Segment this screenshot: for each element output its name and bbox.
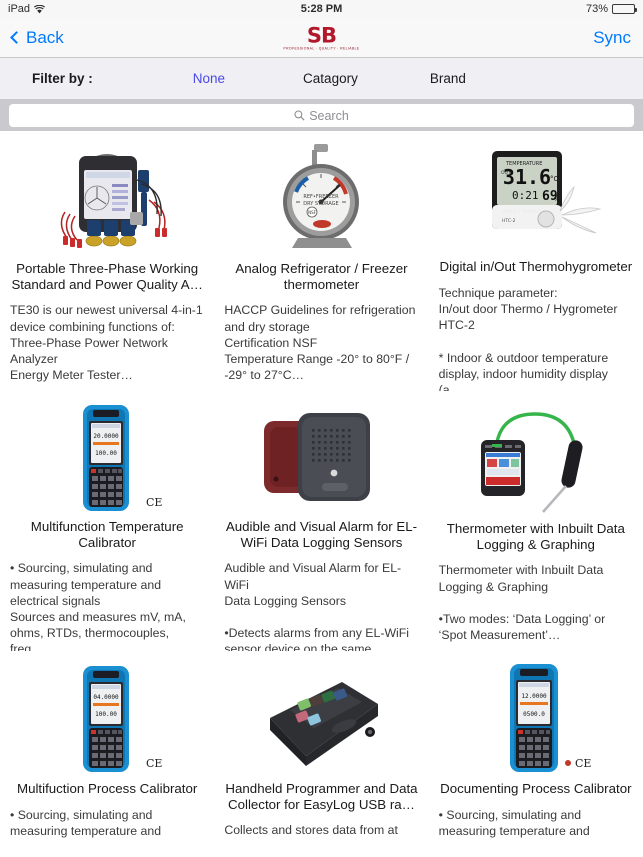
product-description: • Sourcing, simulating and measuring tem…	[10, 561, 186, 651]
product-card[interactable]: Thermometer with Inbuilt Data Logging & …	[429, 391, 643, 651]
wifi-alarm-speaker-image	[224, 399, 418, 515]
product-title: Thermometer with Inbuilt Data Logging & …	[446, 521, 625, 552]
battery-icon	[612, 4, 637, 14]
product-title: Handheld Programmer and Data Collector f…	[225, 781, 418, 812]
usb-data-collector-image	[224, 659, 418, 777]
calibrator-display-primary: 04.0000	[94, 694, 120, 701]
product-title: Digital in/Out Thermohygrometer	[439, 259, 633, 274]
product-title: Audible and Visual Alarm for EL- WiFi Da…	[225, 519, 418, 550]
svg-text:°C: °C	[550, 175, 559, 183]
search-bar-container: Search	[0, 100, 643, 131]
lcd-temperature-value: 31.6	[503, 165, 551, 189]
product-title: Portable Three-Phase Working Standard an…	[11, 261, 203, 292]
product-title: Multifunction Temperature Calibrator	[30, 519, 184, 550]
product-description: • Sourcing, simulating and measuring tem…	[10, 807, 162, 838]
handheld-calibrator-blue-image: 20.0000 100.00 CE	[10, 399, 204, 515]
battery-percent-label: 73%	[585, 3, 608, 15]
ce-mark-icon: CE	[146, 757, 162, 770]
status-bar-left: iPad	[8, 3, 46, 15]
chevron-left-icon	[10, 31, 23, 44]
status-bar: iPad 5:28 PM 73%	[0, 0, 643, 18]
documenting-calibrator-blue-image: 12.0000 0500.0 CE	[439, 659, 633, 777]
calibrator-display-secondary: 100.00	[95, 450, 117, 457]
search-input[interactable]: Search	[9, 104, 634, 127]
product-grid: Portable Three-Phase Working Standard an…	[0, 131, 643, 857]
product-description: Audible and Visual Alarm for EL-WiFi Dat…	[224, 561, 410, 651]
search-placeholder: Search	[309, 108, 349, 123]
product-card[interactable]: Portable Three-Phase Working Standard an…	[0, 131, 214, 391]
svg-text:CLOCK / HUMIDITY: CLOCK / HUMIDITY	[502, 209, 544, 215]
svg-text:0:21: 0:21	[512, 189, 539, 202]
brand-logo-tagline: PROFESSIONAL · QUALITY · RELIABLE	[283, 45, 360, 50]
product-description: • Sourcing, simulating and measuring tem…	[438, 807, 590, 838]
calibrator-display-primary: 12.0000	[521, 693, 547, 700]
product-title: Analog Refrigerator / Freezer thermomete…	[235, 261, 408, 292]
analog-dial-thermometer-image: REF•FREEZER DRY STORAGE NSF	[224, 139, 418, 257]
back-button[interactable]: Back	[10, 27, 64, 48]
navigation-bar: Back SB PROFESSIONAL · QUALITY · RELIABL…	[0, 18, 643, 58]
svg-text:%: %	[554, 196, 560, 203]
filter-bar: Filter by : None Catagory Brand	[0, 58, 643, 100]
product-card[interactable]: 04.0000 100.00 CE Multifuction Process C…	[0, 651, 214, 857]
product-title: Documenting Process Calibrator	[440, 781, 632, 796]
brand-logo-mark: SB	[306, 22, 337, 47]
product-card[interactable]: TEMPERATURE OUT 31.6 °C 0:21 69 % CLOCK …	[429, 131, 643, 391]
filter-by-label: Filter by :	[32, 71, 93, 86]
power-quality-analyzer-image	[10, 139, 204, 257]
status-bar-right: 73%	[585, 3, 637, 15]
wifi-icon	[34, 4, 46, 14]
process-calibrator-blue-image: 04.0000 100.00 CE	[10, 659, 204, 777]
product-title: Multifuction Process Calibrator	[17, 781, 198, 796]
svg-text:NSF: NSF	[309, 210, 318, 215]
digital-thermohygrometer-image: TEMPERATURE OUT 31.6 °C 0:21 69 % CLOCK …	[439, 139, 633, 255]
calibrator-display-secondary: 0500.0	[523, 711, 545, 718]
brand-logo: SB PROFESSIONAL · QUALITY · RELIABLE	[283, 22, 360, 50]
ce-mark-icon: CE	[575, 757, 591, 770]
product-card[interactable]: 12.0000 0500.0 CE Documenting Process Ca…	[429, 651, 643, 857]
product-description: Thermometer with Inbuilt Data Logging & …	[438, 563, 606, 643]
sync-button[interactable]: Sync	[593, 28, 631, 48]
device-name-label: iPad	[8, 3, 31, 15]
filter-option-category[interactable]: Catagory	[303, 71, 358, 86]
search-icon	[294, 110, 305, 121]
filter-option-none[interactable]: None	[193, 71, 225, 86]
svg-text:DRY STORAGE: DRY STORAGE	[304, 201, 339, 207]
filter-option-brand[interactable]: Brand	[430, 71, 466, 86]
product-card[interactable]: Handheld Programmer and Data Collector f…	[214, 651, 428, 857]
product-description: Technique parameter: In/out door Thermo …	[438, 285, 618, 391]
probe-thermometer-image	[439, 399, 633, 517]
ce-mark-icon: CE	[146, 496, 162, 509]
svg-text:REF•FREEZER: REF•FREEZER	[304, 194, 340, 200]
product-card[interactable]: 20.0000 100.00 CE Multifunction Temperat…	[0, 391, 214, 651]
product-description: Collects and stores data from at	[224, 823, 398, 838]
product-description: HACCP Guidelines for refrigeration and d…	[224, 303, 416, 383]
product-card[interactable]: Audible and Visual Alarm for EL- WiFi Da…	[214, 391, 428, 651]
calibrator-display-primary: 20.0000	[94, 433, 120, 440]
svg-text:HTC-2: HTC-2	[502, 218, 516, 224]
status-bar-clock: 5:28 PM	[300, 3, 343, 15]
product-card[interactable]: REF•FREEZER DRY STORAGE NSF Analog Refri…	[214, 131, 428, 391]
calibrator-display-secondary: 100.00	[95, 711, 117, 718]
product-description: TE30 is our newest universal 4-in-1 devi…	[10, 303, 203, 383]
back-button-label: Back	[26, 27, 64, 47]
